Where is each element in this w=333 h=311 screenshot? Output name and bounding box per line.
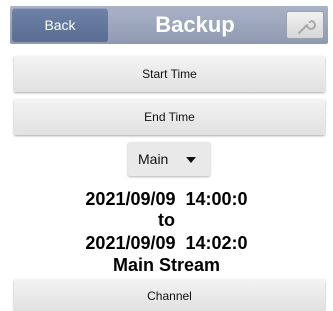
start-time-button[interactable]: Start Time (14, 56, 325, 92)
wrench-icon (297, 20, 316, 35)
end-time-button[interactable]: End Time (14, 99, 325, 135)
channel-button[interactable]: Channel (14, 279, 325, 311)
chevron-down-icon (186, 157, 196, 163)
stream-name: Main Stream (112, 255, 221, 275)
range-separator: to (158, 210, 175, 230)
settings-button[interactable] (286, 11, 324, 39)
page-title: Backup (155, 12, 235, 37)
backup-screen: Back Backup Start Time End Time Main 202… (0, 0, 333, 311)
start-datetime: 2021/09/09 14:00:0 (85, 189, 248, 209)
title-bar: Back Backup (10, 6, 328, 44)
stream-select[interactable]: Main (128, 142, 210, 176)
end-datetime: 2021/09/09 14:02:0 (85, 233, 248, 253)
back-button[interactable]: Back (12, 8, 108, 42)
stream-select-value: Main (138, 151, 169, 167)
